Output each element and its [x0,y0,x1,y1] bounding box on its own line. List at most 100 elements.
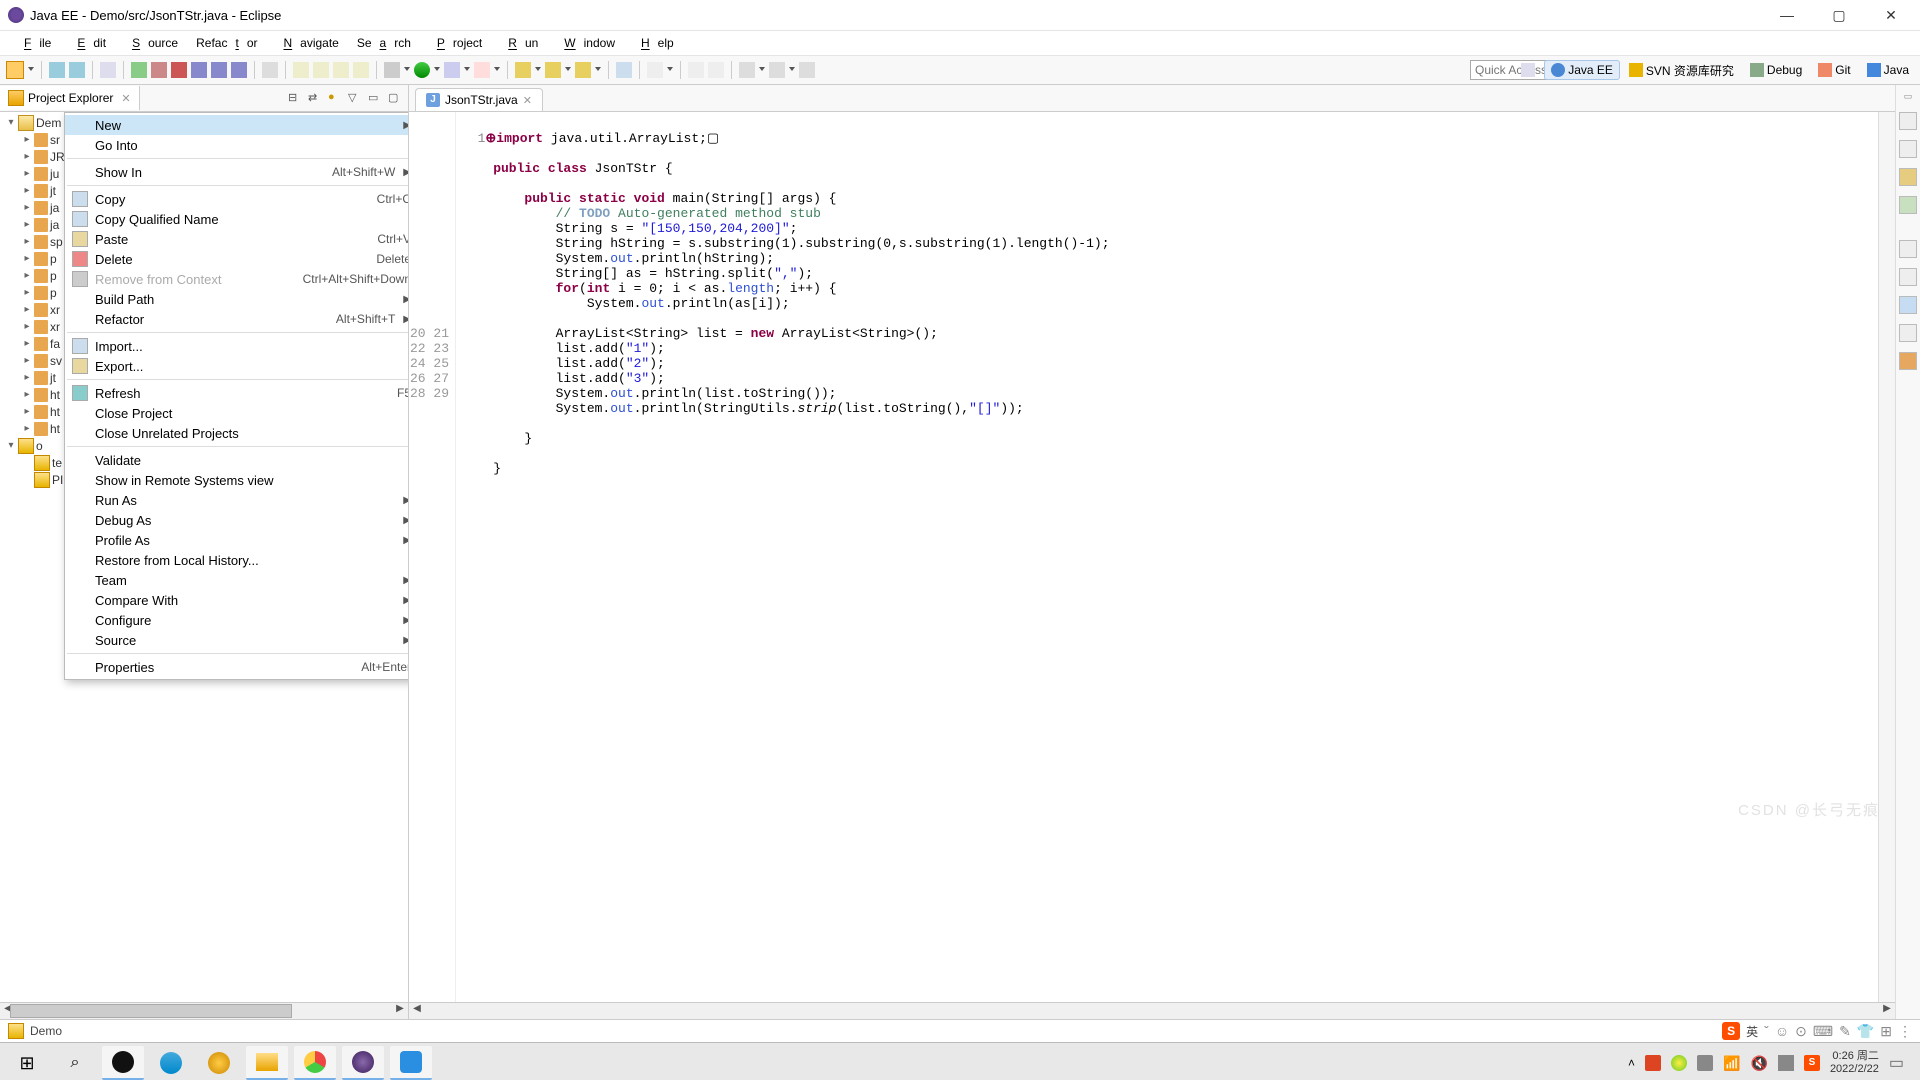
new-wizard-icon[interactable] [545,62,561,78]
vertical-scrollbar[interactable] [1878,112,1895,1002]
taskbar-app[interactable] [198,1047,240,1079]
save-all-icon[interactable] [69,62,85,78]
menu-item-copy[interactable]: CopyCtrl+C [65,189,408,209]
tool-icon[interactable] [708,62,724,78]
view-icon[interactable] [1899,168,1917,186]
menu-refactor[interactable]: Refactor [188,33,265,53]
menu-edit[interactable]: Edit [61,33,114,53]
menu-project[interactable]: Project [421,33,490,53]
filter-icon[interactable]: ● [328,91,342,105]
menu-item-validate[interactable]: Validate [65,450,408,470]
close-view-icon[interactable]: ✕ [121,92,130,105]
menu-navigate[interactable]: Navigate [267,33,346,53]
tool-icon[interactable] [262,62,278,78]
start-button[interactable]: ⊞ [6,1047,48,1079]
step-over-icon[interactable] [211,62,227,78]
editor-tab[interactable]: J JsonTStr.java ✕ [415,88,543,111]
ime-mic-icon[interactable]: ⊙ [1795,1023,1807,1040]
taskbar-clock[interactable]: 0:26 周二 2022/2/22 [1830,1050,1879,1076]
menu-item-close-project[interactable]: Close Project [65,403,408,423]
project-explorer-tab[interactable]: Project Explorer ✕ [0,86,140,110]
minimize-button[interactable]: — [1772,7,1802,24]
step-return-icon[interactable] [231,62,247,78]
menu-item-restore-from-local-history-[interactable]: Restore from Local History... [65,550,408,570]
new-wizard-icon[interactable] [575,62,591,78]
tray-volume-icon[interactable]: 🔇 [1751,1055,1768,1072]
menu-item-source[interactable]: Source▶ [65,630,408,650]
tool-icon[interactable] [333,62,349,78]
menu-search[interactable]: Search [349,33,419,53]
menu-file[interactable]: File [8,33,59,53]
stop-icon[interactable] [171,62,187,78]
menu-source[interactable]: Source [116,33,186,53]
tray-chevron-icon[interactable]: ˄ [1628,1056,1635,1070]
open-perspective-icon[interactable] [1514,60,1542,80]
ime-lang[interactable]: 英 [1746,1023,1758,1040]
menu-run[interactable]: Run [492,33,546,53]
ime-skin-icon[interactable]: 👕 [1857,1023,1874,1040]
menu-item-refresh[interactable]: RefreshF5 [65,383,408,403]
sogou-ime-icon[interactable]: S [1722,1022,1740,1040]
menu-item-profile-as[interactable]: Profile As▶ [65,530,408,550]
menu-item-properties[interactable]: PropertiesAlt+Enter [65,657,408,677]
menu-item-team[interactable]: Team▶ [65,570,408,590]
debug-launch-icon[interactable] [384,62,400,78]
tool-icon[interactable] [313,62,329,78]
menu-item-delete[interactable]: DeleteDelete [65,249,408,269]
new-icon[interactable] [6,61,24,79]
collapse-all-icon[interactable]: ⊟ [288,91,302,105]
menu-item-run-as[interactable]: Run As▶ [65,490,408,510]
editor-horizontal-scrollbar[interactable]: ◀ ▶ [409,1002,1895,1019]
menu-item-close-unrelated-projects[interactable]: Close Unrelated Projects [65,423,408,443]
menu-item-import-[interactable]: Import... [65,336,408,356]
menu-item-configure[interactable]: Configure▶ [65,610,408,630]
tray-security-icon[interactable] [1645,1055,1661,1071]
tray-network-icon[interactable] [1697,1055,1713,1071]
nav-back-icon[interactable] [739,62,755,78]
ime-tool-icon[interactable]: ✎ [1839,1023,1851,1040]
menu-item-compare-with[interactable]: Compare With▶ [65,590,408,610]
ime-tool-icon[interactable]: ˇ [1764,1023,1769,1039]
link-editor-icon[interactable]: ⇄ [308,91,322,105]
maximize-view-icon[interactable]: ▢ [388,91,402,105]
task-list-icon[interactable] [1899,140,1917,158]
nav-fwd-icon[interactable] [769,62,785,78]
notifications-icon[interactable]: ▭ [1889,1053,1904,1073]
menu-help[interactable]: Help [625,33,682,53]
close-tab-icon[interactable]: ✕ [523,94,532,107]
perspective-git[interactable]: Git [1811,60,1857,80]
view-icon[interactable] [1899,352,1917,370]
maximize-button[interactable]: ▢ [1824,7,1854,24]
tray-app-icon[interactable] [1671,1055,1687,1071]
menu-item-show-in[interactable]: Show InAlt+Shift+W▶ [65,162,408,182]
view-menu-icon[interactable]: ▽ [348,91,362,105]
code-editor[interactable]: 1⊕import java.util.ArrayList;▢ public cl… [456,112,1878,1002]
taskbar-ie[interactable] [150,1047,192,1079]
menu-item-show-in-remote-systems-view[interactable]: Show in Remote Systems view [65,470,408,490]
menu-item-go-into[interactable]: Go Into [65,135,408,155]
tool-icon[interactable] [353,62,369,78]
menu-item-copy-qualified-name[interactable]: Copy Qualified Name [65,209,408,229]
ime-toolbox-icon[interactable]: ⊞ [1880,1023,1892,1040]
perspective-javaee[interactable]: Java EE [1544,60,1620,80]
pause-icon[interactable] [151,62,167,78]
tool-icon[interactable] [293,62,309,78]
run-icon[interactable] [414,62,430,78]
perspective-java[interactable]: Java [1860,60,1916,80]
ime-keyboard-icon[interactable]: ⌨ [1813,1023,1833,1040]
resume-icon[interactable] [131,62,147,78]
menu-item-export-[interactable]: Export... [65,356,408,376]
new-wizard-icon[interactable] [515,62,531,78]
outline-icon[interactable] [1899,112,1917,130]
search-button[interactable]: ⌕ [54,1047,96,1079]
menu-window[interactable]: Window [548,33,623,53]
ime-menu-icon[interactable]: ⋮ [1898,1023,1912,1040]
horizontal-scrollbar[interactable]: ◀ ▶ [0,1002,408,1019]
restore-icon[interactable]: ▭ [1904,91,1913,102]
taskbar-app[interactable] [390,1046,432,1080]
tray-app-icon[interactable] [1778,1055,1794,1071]
view-icon[interactable] [1899,268,1917,286]
menu-item-debug-as[interactable]: Debug As▶ [65,510,408,530]
tool-icon[interactable] [688,62,704,78]
tool-icon[interactable] [100,62,116,78]
